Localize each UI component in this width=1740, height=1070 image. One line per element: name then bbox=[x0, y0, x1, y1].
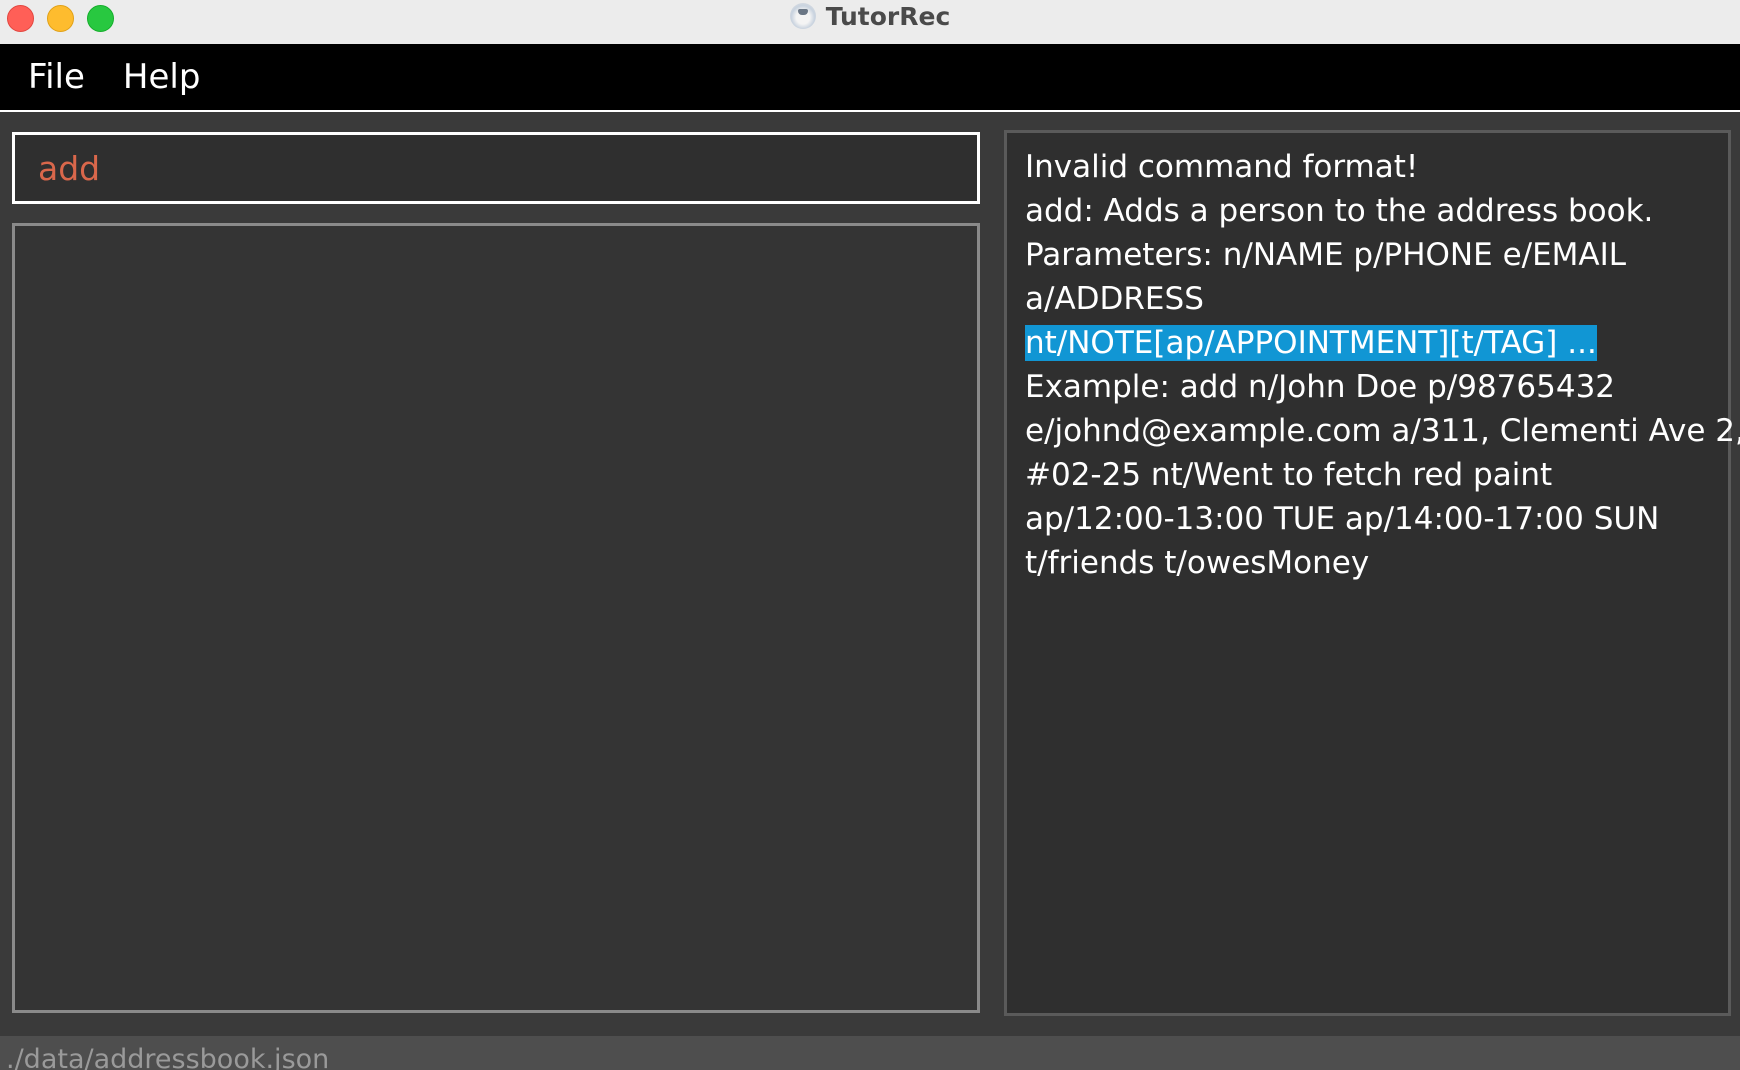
command-input[interactable] bbox=[15, 135, 977, 201]
result-display[interactable]: Invalid command format! add: Adds a pers… bbox=[1004, 130, 1740, 1016]
result-line: #02-25 nt/Went to fetch red paint bbox=[1025, 457, 1553, 493]
result-line: ap/12:00-13:00 TUE ap/14:00-17:00 SUN bbox=[1025, 501, 1660, 537]
result-line: t/friends t/owesMoney bbox=[1025, 545, 1370, 581]
command-box[interactable] bbox=[12, 132, 980, 204]
result-line: add: Adds a person to the address book. bbox=[1025, 193, 1654, 229]
result-line-selected: nt/NOTE[ap/APPOINTMENT][t/TAG] ... bbox=[1025, 321, 1710, 365]
selected-text: nt/NOTE[ap/APPOINTMENT][t/TAG] ... bbox=[1025, 325, 1597, 361]
window-title-group: TutorRec bbox=[0, 0, 1740, 32]
result-line: Invalid command format! bbox=[1025, 149, 1419, 185]
result-line: a/ADDRESS bbox=[1025, 281, 1204, 317]
person-list-panel[interactable] bbox=[12, 223, 980, 1013]
title-bar: TutorRec bbox=[0, 0, 1740, 45]
status-bar: ./data/addressbook.json bbox=[0, 1036, 1740, 1070]
app-icon bbox=[789, 3, 816, 29]
window-title: TutorRec bbox=[825, 1, 951, 31]
result-line: e/johnd@example.com a/311, Clementi Ave … bbox=[1025, 413, 1740, 449]
menu-bar: File Help bbox=[0, 44, 1740, 112]
menu-help[interactable]: Help bbox=[105, 57, 221, 97]
status-file-path: ./data/addressbook.json bbox=[6, 1044, 330, 1070]
result-line: Parameters: n/NAME p/PHONE e/EMAIL bbox=[1025, 237, 1627, 273]
menu-file[interactable]: File bbox=[0, 57, 105, 97]
result-line: Example: add n/John Doe p/98765432 bbox=[1025, 369, 1616, 405]
